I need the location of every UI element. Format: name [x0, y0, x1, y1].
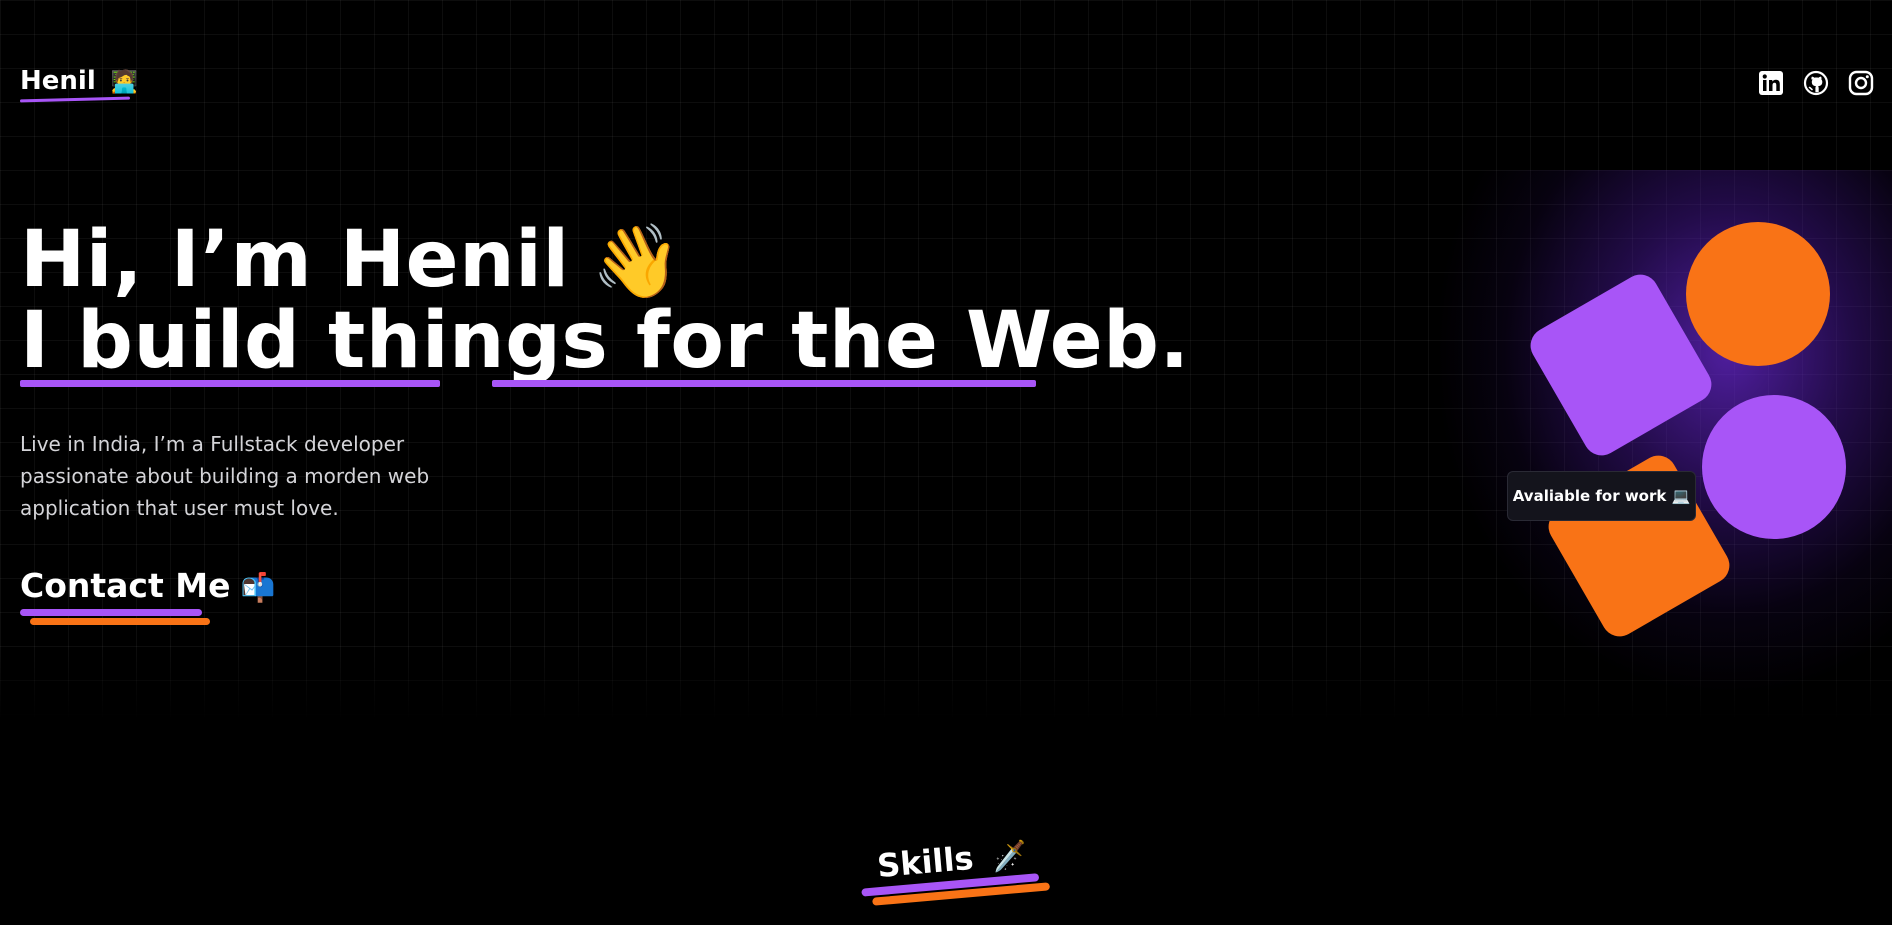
- purple-circle-shape: [1702, 395, 1846, 539]
- linkedin-icon: [1759, 71, 1783, 95]
- contact-me-label: Contact Me: [20, 566, 231, 605]
- available-for-work-badge: Avaliable for work 💻: [1507, 471, 1696, 521]
- instagram-icon: [1848, 70, 1874, 96]
- hero-description: Live in India, I’m a Fullstack developer…: [20, 432, 430, 520]
- contact-underline-orange: [30, 618, 210, 625]
- dagger-emoji: 🗡️: [991, 838, 1029, 875]
- hero-greeting: Hi, I’m Henil: [20, 215, 570, 305]
- contact-me-button[interactable]: Contact Me 📬: [20, 566, 275, 605]
- mailbox-emoji: 📬: [240, 571, 276, 604]
- github-icon: [1803, 70, 1829, 96]
- hero-headline: Hi, I’m Henil 👋 I build things for the We…: [20, 218, 1190, 387]
- logo-text: Henil: [20, 66, 96, 96]
- skills-heading: Skills 🗡️: [857, 821, 1063, 918]
- logo-link[interactable]: Henil 🧑‍💻: [20, 66, 138, 96]
- tagline-underline-left: [20, 380, 440, 387]
- orange-circle-shape: [1686, 222, 1830, 366]
- skills-title-text: Skills: [875, 838, 975, 886]
- wave-emoji: 👋: [591, 219, 682, 303]
- tagline-underline-right: [492, 380, 1036, 387]
- social-links: [1758, 70, 1874, 96]
- linkedin-link[interactable]: [1758, 70, 1784, 96]
- logo-emoji: 🧑‍💻: [110, 70, 139, 95]
- github-link[interactable]: [1803, 70, 1829, 96]
- instagram-link[interactable]: [1848, 70, 1874, 96]
- contact-underline-purple: [20, 609, 202, 616]
- hero-tagline: I build things for the Web.: [20, 296, 1190, 386]
